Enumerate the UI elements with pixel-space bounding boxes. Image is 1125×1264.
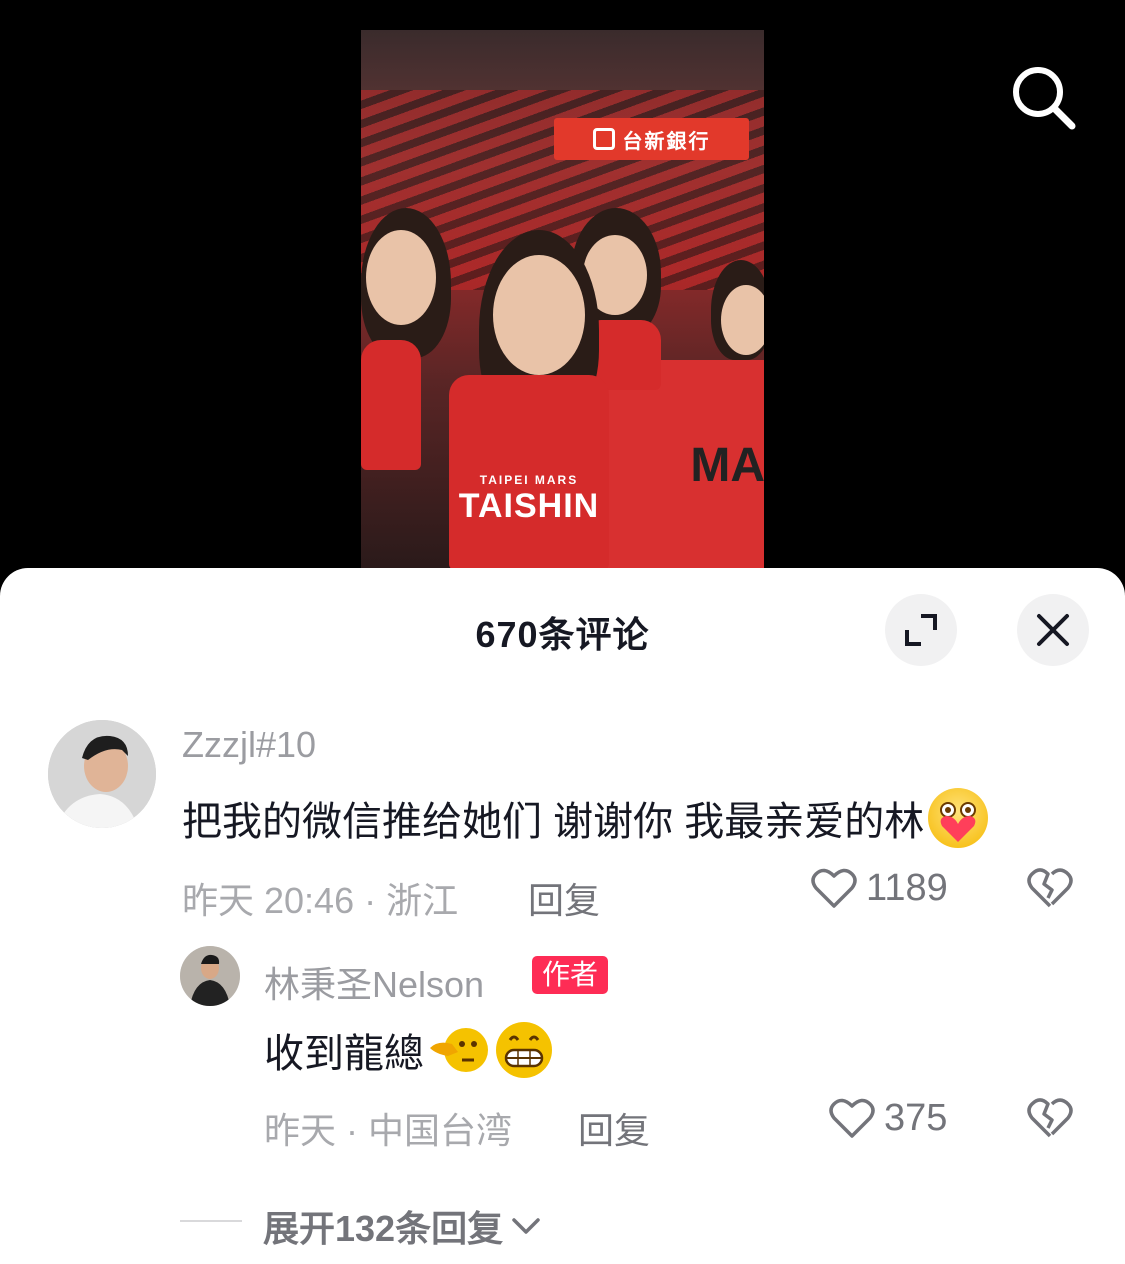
expand-sheet-button[interactable] <box>885 594 957 666</box>
broken-heart-icon <box>1027 1098 1073 1138</box>
user-avatar-icon <box>48 720 156 828</box>
cheerleader-face <box>721 285 764 355</box>
comment-body: 把我的微信推给她们 谢谢你 我最亲爱的林 <box>182 800 925 844</box>
grin-emoji-icon <box>496 1022 552 1078</box>
video-area[interactable]: 台新銀行 MA TAIPEI MARS TAISHIN <box>0 0 1125 600</box>
expand-replies-button[interactable]: 展开132条回复 <box>263 1200 541 1252</box>
reply-button[interactable]: 回复 <box>578 1102 650 1154</box>
close-button[interactable] <box>1017 594 1089 666</box>
sponsor-banner: 台新銀行 <box>554 118 749 160</box>
close-icon <box>1037 614 1069 646</box>
author-avatar-icon <box>180 946 240 1006</box>
expand-replies-label: 展开132条回复 <box>263 1208 504 1249</box>
like-button[interactable]: 375 <box>828 1096 947 1140</box>
avatar[interactable] <box>48 720 156 828</box>
jersey-team: TAIPEI MARS <box>479 473 579 487</box>
cheerleader-face <box>493 255 585 375</box>
reply-meta: 昨天 · 中国台湾 <box>264 1110 512 1151</box>
jersey-name: TAISHIN <box>458 487 600 525</box>
comment-meta: 昨天 20:46 · 浙江 <box>182 880 459 921</box>
heart-icon <box>811 868 857 908</box>
comment-sheet: 670条评论 Zzzjl#10 把我的微信推给她们 谢谢你 我最亲爱的林 昨天 … <box>0 568 1125 1264</box>
search-icon <box>1013 67 1076 130</box>
flag-text: MA <box>690 438 764 492</box>
like-count: 375 <box>884 1096 948 1139</box>
expand-divider <box>180 1220 242 1222</box>
like-button[interactable]: 1189 <box>810 866 948 910</box>
video-frame[interactable]: 台新銀行 MA TAIPEI MARS TAISHIN <box>361 30 764 570</box>
reply-username[interactable]: 林秉圣Nelson <box>264 956 484 1008</box>
cheerleader-face <box>366 230 436 325</box>
cheerleader-jersey: TAIPEI MARS TAISHIN <box>449 375 609 570</box>
reply-body: 收到龍總 <box>264 1032 424 1076</box>
heart-hug-emoji-icon <box>928 788 989 848</box>
like-count: 1189 <box>866 866 948 909</box>
comment-username[interactable]: Zzzjl#10 <box>182 724 316 766</box>
team-flag: MA <box>591 360 764 570</box>
bank-logo-icon <box>592 128 615 150</box>
broken-heart-icon <box>1027 868 1073 908</box>
banner-text: 台新銀行 <box>622 130 711 153</box>
dislike-button[interactable] <box>1026 1096 1074 1145</box>
avatar[interactable] <box>180 946 240 1006</box>
expand-icon <box>905 614 937 646</box>
heart-icon <box>829 1098 875 1138</box>
comment-text: 把我的微信推给她们 谢谢你 我最亲爱的林 <box>182 788 989 848</box>
author-badge: 作者 <box>532 956 609 994</box>
cheerleader-jersey <box>361 340 421 470</box>
pointing-face-emoji-icon <box>430 1028 488 1072</box>
search-button[interactable] <box>1008 62 1078 132</box>
reply-button[interactable]: 回复 <box>528 872 600 924</box>
chevron-down-icon <box>512 1218 540 1234</box>
dislike-button[interactable] <box>1026 866 1074 915</box>
reply-text: 收到龍總 <box>264 1020 554 1080</box>
